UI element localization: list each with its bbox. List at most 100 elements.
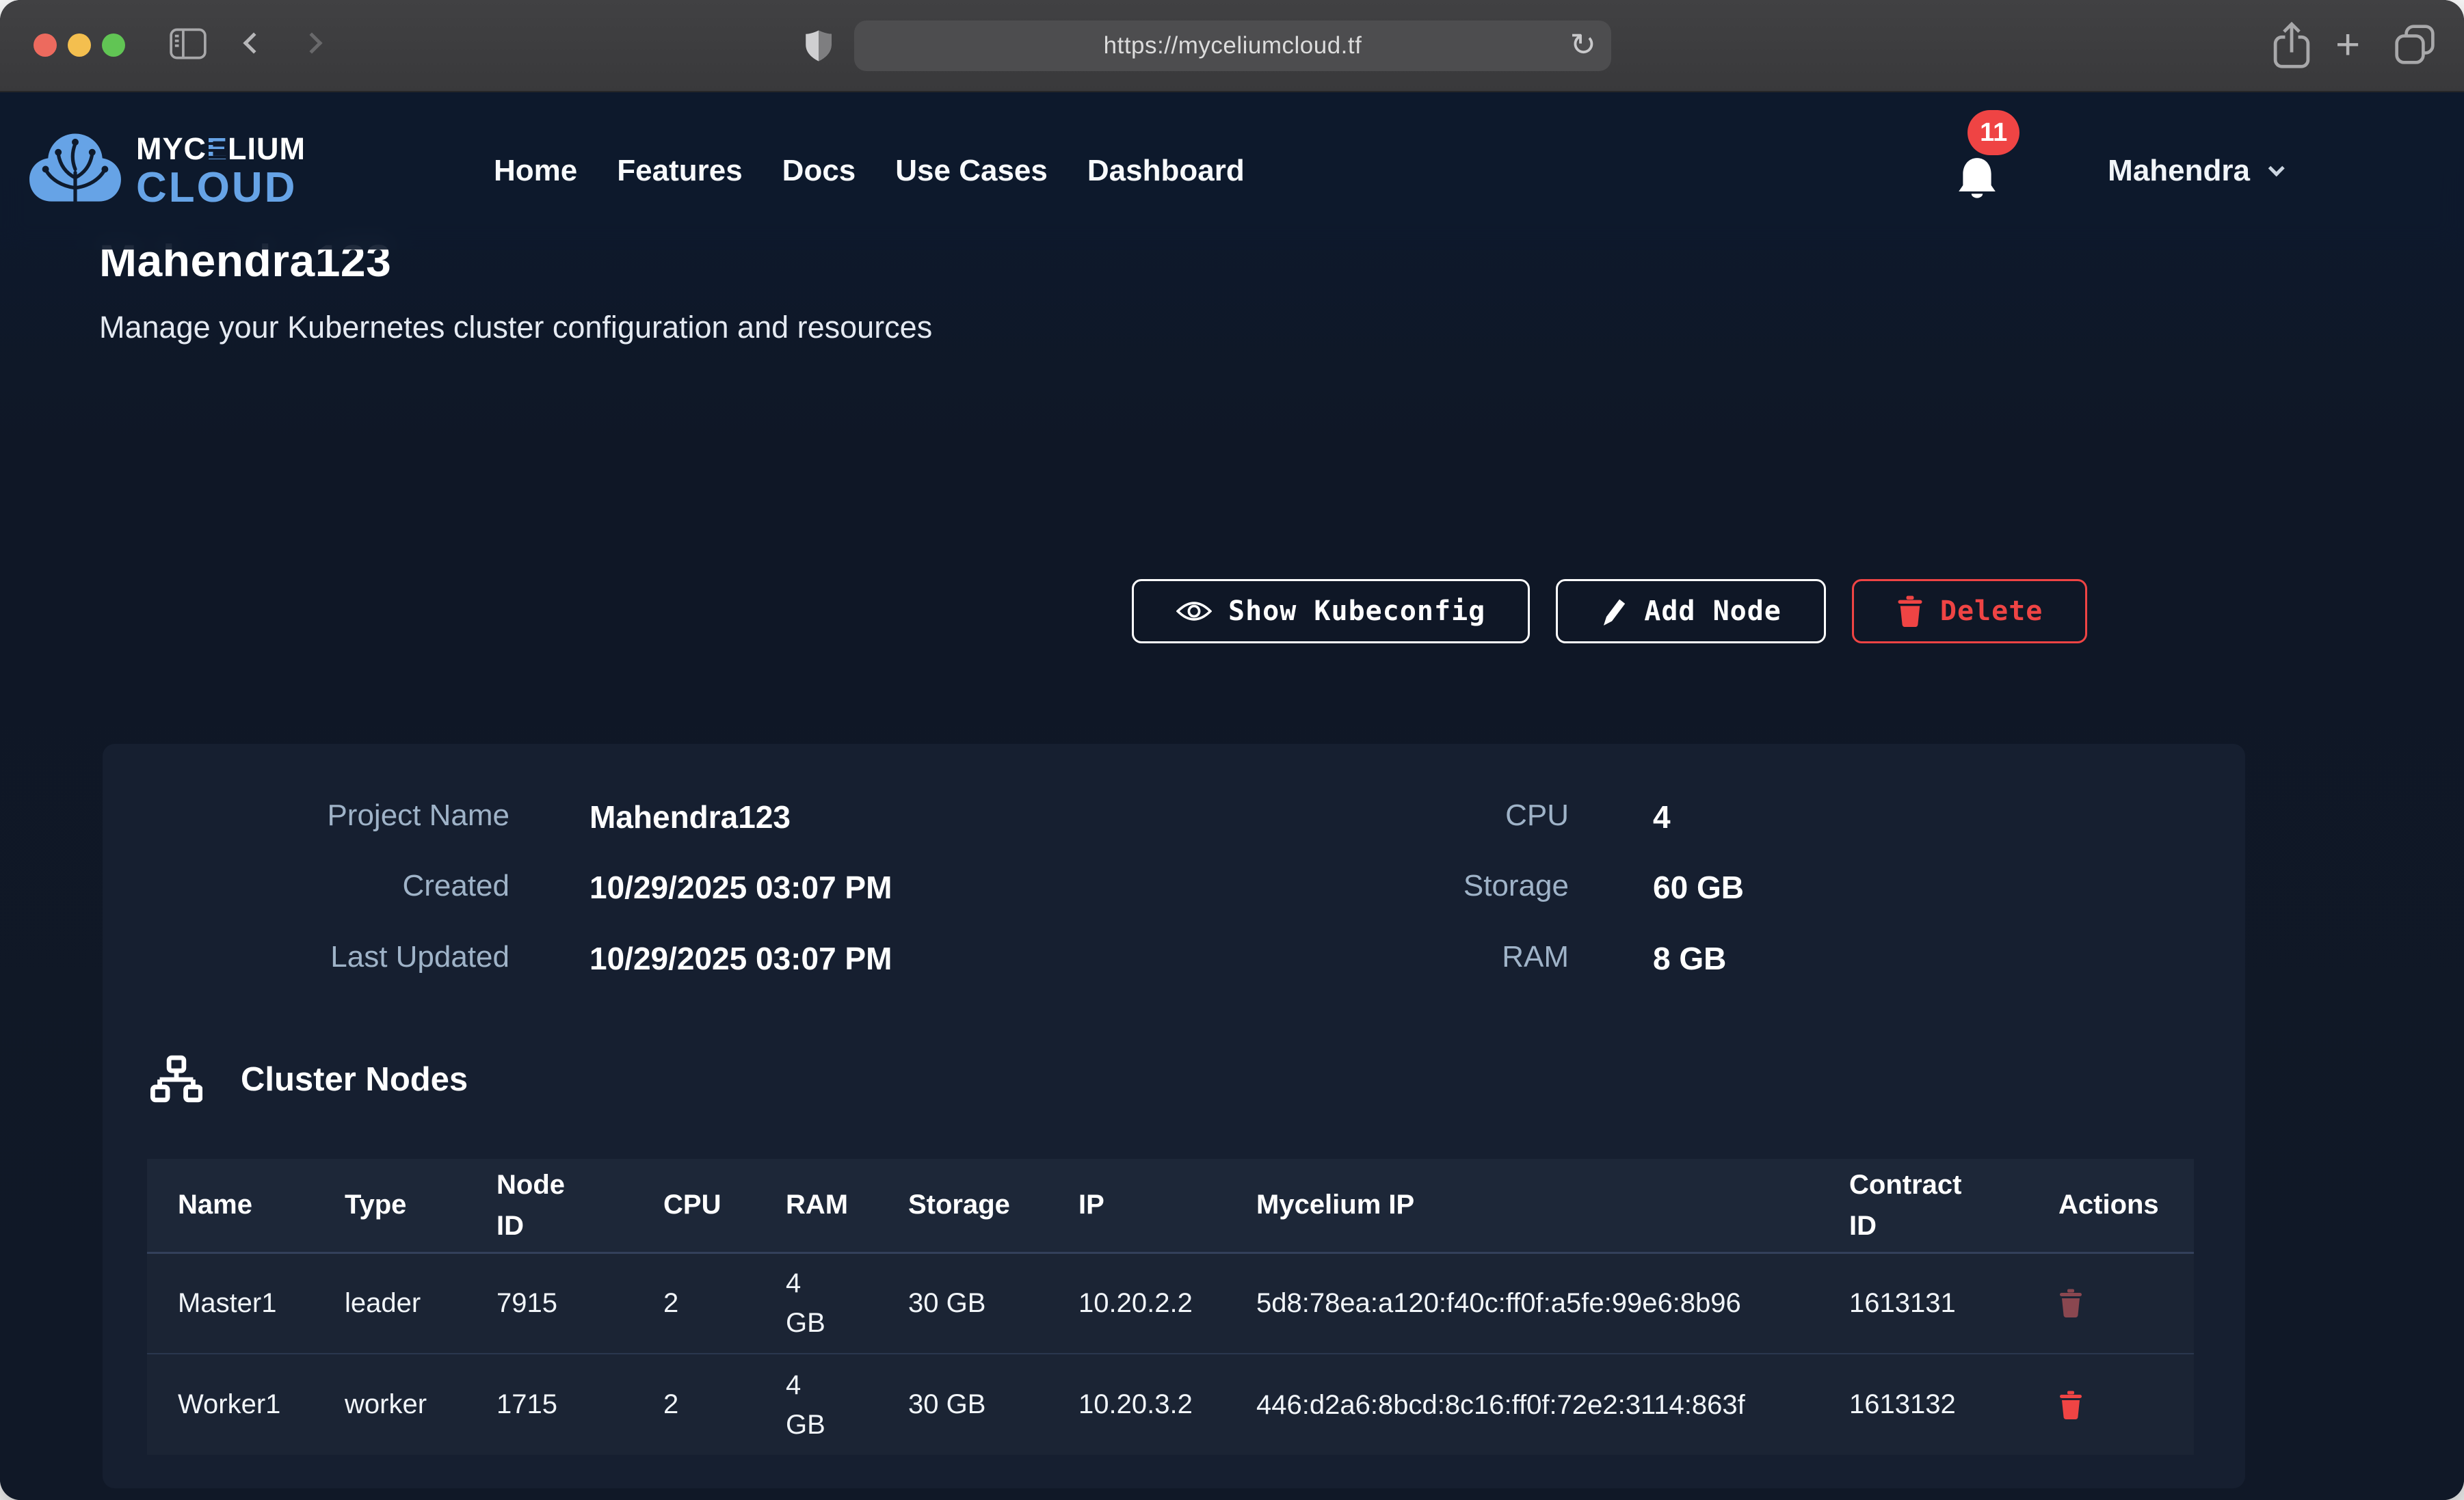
logo-striped-e: E [207, 131, 228, 166]
delete-node-button[interactable] [2058, 1289, 2083, 1317]
delete-node-button[interactable] [2058, 1391, 2083, 1419]
column-header-storage: Storage [908, 1159, 1078, 1253]
pencil-icon [1600, 596, 1628, 626]
column-header-name: Name [147, 1159, 345, 1253]
cell-node-id: 1715 [496, 1354, 663, 1455]
column-header-ip: IP [1078, 1159, 1256, 1253]
chevron-down-icon [2268, 160, 2285, 176]
add-node-button[interactable]: Add Node [1556, 579, 1826, 643]
browser-window: https://myceliumcloud.tf ↻ + Mahendra123… [0, 0, 2464, 1500]
nav-links: Home Features Docs Use Cases Dashboard [494, 154, 1245, 188]
cell-actions [2058, 1354, 2194, 1455]
cluster-details-card: Project Name Mahendra123 Created 10/29/2… [103, 744, 2245, 1488]
nav-link-docs[interactable]: Docs [782, 154, 856, 188]
project-name-label: Project Name [103, 799, 509, 833]
column-header-mycelium-ip: Mycelium IP [1256, 1159, 1849, 1253]
cell-cpu: 2 [663, 1253, 786, 1354]
cell-name: Worker1 [147, 1354, 345, 1455]
logo-line2: CLOUD [136, 167, 306, 209]
bell-icon [1955, 155, 1999, 200]
cluster-nodes-title: Cluster Nodes [241, 1060, 468, 1099]
cell-storage: 30 GB [908, 1354, 1078, 1455]
cell-ram: 4 GB [786, 1253, 908, 1354]
cell-ip: 10.20.2.2 [1078, 1253, 1256, 1354]
nav-link-dashboard[interactable]: Dashboard [1087, 154, 1245, 188]
logo-wordmark: MYCELIUM CLOUD [136, 133, 306, 209]
cpu-value: 4 [1653, 799, 1671, 835]
show-tabs-button[interactable] [2394, 23, 2436, 66]
last-updated-value: 10/29/2025 03:07 PM [589, 940, 892, 977]
column-header-type: Type [345, 1159, 496, 1253]
cell-mycelium-ip: 5d8:78ea:a120:f40c:ff0f:a5fe:99e6:8b96 [1256, 1253, 1849, 1354]
cell-storage: 30 GB [908, 1253, 1078, 1354]
cell-mycelium-ip: 446:d2a6:8bcd:8c16:ff0f:72e2:3114:863f [1256, 1354, 1849, 1455]
browser-chrome: https://myceliumcloud.tf ↻ + [0, 0, 2464, 92]
eye-icon [1176, 600, 1212, 623]
trash-icon [2058, 1391, 2083, 1419]
cluster-nodes-table: Name Type Node ID CPU RAM Storage IP Myc… [147, 1159, 2194, 1455]
show-kubeconfig-button[interactable]: Show Kubeconfig [1132, 579, 1530, 643]
last-updated-label: Last Updated [103, 940, 509, 974]
column-header-cpu: CPU [663, 1159, 786, 1253]
cloud-tree-logo-icon [24, 129, 127, 213]
cell-type: worker [345, 1354, 496, 1455]
minimize-window-button[interactable] [68, 34, 91, 57]
forward-chevron-icon [301, 32, 322, 53]
ram-label: RAM [1227, 940, 1569, 974]
user-menu[interactable]: Mahendra [2108, 154, 2279, 188]
nav-link-features[interactable]: Features [617, 154, 742, 188]
column-header-ram: RAM [786, 1159, 908, 1253]
delete-cluster-button[interactable]: Delete [1852, 579, 2088, 643]
plus-icon: + [2335, 24, 2360, 66]
cpu-label: CPU [1227, 799, 1569, 833]
cell-actions [2058, 1253, 2194, 1354]
logo-line1: MYCELIUM [136, 133, 306, 164]
created-label: Created [103, 869, 509, 903]
back-chevron-icon [243, 32, 264, 53]
notification-badge: 11 [1968, 110, 2019, 155]
top-navbar: MYCELIUM CLOUD Home Features Docs Use Ca… [0, 92, 2464, 250]
column-header-actions: Actions [2058, 1159, 2194, 1253]
trash-icon [2058, 1289, 2083, 1317]
cell-contract-id: 1613132 [1849, 1354, 2058, 1455]
column-header-node-id: Node ID [496, 1159, 663, 1253]
table-row: Worker1 worker 1715 2 4 GB 30 GB 10.20.3… [147, 1354, 2194, 1455]
cell-name: Master1 [147, 1253, 345, 1354]
created-value: 10/29/2025 03:07 PM [589, 869, 892, 906]
cluster-nodes-header: Cluster Nodes [150, 1055, 468, 1104]
navbar-right: 11 Mahendra [1955, 142, 2464, 200]
address-bar[interactable]: https://myceliumcloud.tf ↻ [854, 21, 1611, 71]
zoom-window-button[interactable] [102, 34, 125, 57]
column-header-contract-id: Contract ID [1849, 1159, 2058, 1253]
close-window-button[interactable] [34, 34, 57, 57]
page-body: Mahendra123 Manage your Kubernetes clust… [0, 92, 2464, 1500]
cell-type: leader [345, 1253, 496, 1354]
ram-value: 8 GB [1653, 940, 1726, 977]
storage-label: Storage [1227, 869, 1569, 903]
traffic-lights [34, 34, 125, 57]
sidebar-toggle-icon[interactable] [170, 27, 207, 60]
trash-icon [1896, 595, 1924, 627]
cell-node-id: 7915 [496, 1253, 663, 1354]
cell-ram: 4 GB [786, 1354, 908, 1455]
new-tab-button[interactable]: + [2335, 24, 2360, 66]
reload-icon[interactable]: ↻ [1569, 26, 1596, 63]
back-button[interactable] [246, 36, 261, 51]
mycelium-cloud-logo[interactable]: MYCELIUM CLOUD [24, 129, 306, 213]
notifications-button[interactable]: 11 [1955, 142, 2009, 200]
url-text: https://myceliumcloud.tf [1104, 32, 1362, 59]
user-name: Mahendra [2108, 154, 2250, 188]
project-name-value: Mahendra123 [589, 799, 791, 835]
page-subtitle: Manage your Kubernetes cluster configura… [99, 310, 932, 345]
forward-button[interactable] [304, 36, 319, 51]
cluster-actions: Show Kubeconfig Add Node Delete [1132, 579, 2087, 643]
cell-cpu: 2 [663, 1354, 786, 1455]
share-button[interactable] [2272, 22, 2311, 70]
cell-ip: 10.20.3.2 [1078, 1354, 1256, 1455]
storage-value: 60 GB [1653, 869, 1744, 906]
privacy-shield-icon[interactable] [804, 25, 833, 67]
cell-contract-id: 1613131 [1849, 1253, 2058, 1354]
nav-link-home[interactable]: Home [494, 154, 577, 188]
table-row: Master1 leader 7915 2 4 GB 30 GB 10.20.2… [147, 1253, 2194, 1354]
nav-link-use-cases[interactable]: Use Cases [895, 154, 1048, 188]
